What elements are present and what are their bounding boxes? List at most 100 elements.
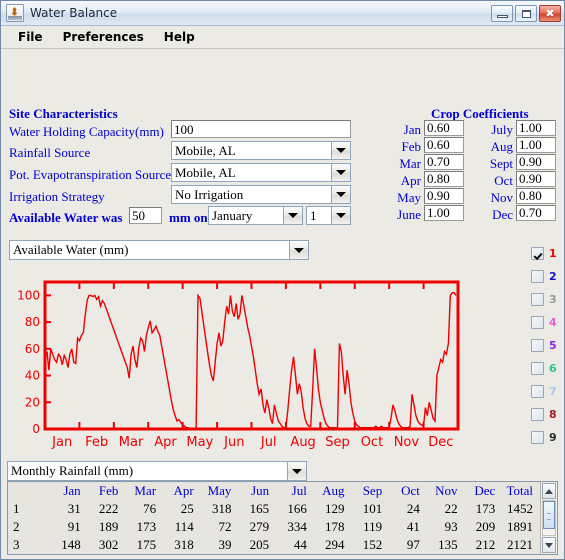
available-water-day-dropdown-button[interactable]: [332, 206, 351, 225]
table-row[interactable]: 3 148 302 175 318 39 205 44 294 152 97 135 212 2121: [8, 536, 540, 554]
row-index[interactable]: 3: [8, 536, 50, 554]
crop-coefficient-may-input[interactable]: 0.90: [424, 188, 464, 204]
column-header-Mar[interactable]: Mar: [125, 482, 163, 500]
cell-Apr[interactable]: 25: [163, 500, 201, 518]
cell-Total[interactable]: 2121: [502, 536, 540, 554]
legend-row-7[interactable]: 7: [510, 380, 558, 403]
column-header-index[interactable]: [8, 482, 50, 500]
table-row[interactable]: 2 91 189 173 114 72 279 334 178 119 41 93 209 1891: [8, 518, 540, 536]
column-header-Dec[interactable]: Dec: [465, 482, 503, 500]
cell-May[interactable]: 72: [201, 518, 239, 536]
cell-Sep[interactable]: 119: [352, 518, 390, 536]
minimize-button[interactable]: [491, 4, 513, 22]
column-header-May[interactable]: May: [201, 482, 239, 500]
cell-Apr[interactable]: 114: [163, 518, 201, 536]
cell-Jul[interactable]: 334: [276, 518, 314, 536]
column-header-Apr[interactable]: Apr: [163, 482, 201, 500]
row-index[interactable]: 2: [8, 518, 50, 536]
available-water-month-combo[interactable]: January: [208, 206, 303, 225]
cell-Jul[interactable]: 166: [276, 500, 314, 518]
crop-coefficient-june-input[interactable]: 1.00: [424, 205, 464, 221]
cell-Mar[interactable]: 76: [125, 500, 163, 518]
table-row[interactable]: 1 31 222 76 25 318 165 166 129 101 24 22 173 1452: [8, 500, 540, 518]
crop-coefficient-jan-input[interactable]: 0.60: [424, 120, 464, 136]
legend-row-8[interactable]: 8: [510, 403, 558, 426]
chart-variable-dropdown-button[interactable]: [290, 240, 309, 260]
crop-coefficient-oct-input[interactable]: 0.90: [516, 171, 556, 187]
rainfall-source-dropdown-button[interactable]: [332, 141, 351, 160]
cell-Nov[interactable]: 93: [427, 518, 465, 536]
chart-variable-combo[interactable]: Available Water (mm): [9, 240, 309, 260]
available-water-month-dropdown-button[interactable]: [284, 206, 303, 225]
cell-Jan[interactable]: 91: [50, 518, 88, 536]
cell-Sep[interactable]: 152: [352, 536, 390, 554]
cell-Dec[interactable]: 173: [465, 500, 503, 518]
series-checkbox-4[interactable]: [531, 316, 544, 329]
water-holding-capacity-input[interactable]: 100: [171, 120, 351, 138]
irrigation-strategy-combo[interactable]: No Irrigation: [171, 185, 351, 204]
series-checkbox-8[interactable]: [531, 408, 544, 421]
cell-Total[interactable]: 1891: [502, 518, 540, 536]
close-button[interactable]: ✖: [539, 4, 561, 22]
legend-row-3[interactable]: 3: [510, 288, 558, 311]
legend-row-1[interactable]: 1: [510, 242, 558, 265]
cell-Jun[interactable]: 205: [238, 536, 276, 554]
rainfall-source-combo[interactable]: Mobile, AL: [171, 141, 351, 160]
column-header-Total[interactable]: Total: [502, 482, 540, 500]
cell-Nov[interactable]: 135: [427, 536, 465, 554]
cell-Jan[interactable]: 148: [50, 536, 88, 554]
cell-Feb[interactable]: 189: [88, 518, 126, 536]
series-checkbox-5[interactable]: [531, 339, 544, 352]
menu-preferences[interactable]: Preferences: [54, 28, 153, 46]
crop-coefficient-sept-input[interactable]: 0.90: [516, 154, 556, 170]
cell-Aug[interactable]: 129: [314, 500, 352, 518]
cell-Aug[interactable]: 294: [314, 536, 352, 554]
cell-Jul[interactable]: 44: [276, 536, 314, 554]
cell-Mar[interactable]: 175: [125, 536, 163, 554]
table-vertical-scrollbar[interactable]: [540, 482, 557, 554]
scroll-track[interactable]: [542, 500, 556, 536]
cell-Aug[interactable]: 178: [314, 518, 352, 536]
cell-Jun[interactable]: 279: [238, 518, 276, 536]
scroll-thumb[interactable]: [543, 501, 555, 529]
series-checkbox-3[interactable]: [531, 293, 544, 306]
crop-coefficient-apr-input[interactable]: 0.80: [424, 171, 464, 187]
crop-coefficient-aug-input[interactable]: 1.00: [516, 137, 556, 153]
column-header-Sep[interactable]: Sep: [352, 482, 390, 500]
cell-Oct[interactable]: 41: [389, 518, 427, 536]
series-checkbox-6[interactable]: [531, 362, 544, 375]
cell-Sep[interactable]: 101: [352, 500, 390, 518]
scroll-up-button[interactable]: [542, 483, 556, 499]
pet-source-dropdown-button[interactable]: [332, 163, 351, 182]
cell-Feb[interactable]: 222: [88, 500, 126, 518]
column-header-Feb[interactable]: Feb: [88, 482, 126, 500]
maximize-button[interactable]: [515, 4, 537, 22]
legend-row-9[interactable]: 9: [510, 426, 558, 449]
table-variable-combo[interactable]: Monthly Rainfall (mm): [7, 461, 307, 481]
scroll-down-button[interactable]: [542, 537, 556, 553]
row-index[interactable]: 1: [8, 500, 50, 518]
menu-file[interactable]: File: [9, 28, 52, 46]
cell-Dec[interactable]: 212: [465, 536, 503, 554]
column-header-Oct[interactable]: Oct: [389, 482, 427, 500]
cell-Feb[interactable]: 302: [88, 536, 126, 554]
crop-coefficient-dec-input[interactable]: 0.70: [516, 205, 556, 221]
cell-Apr[interactable]: 318: [163, 536, 201, 554]
menu-help[interactable]: Help: [155, 28, 204, 46]
cell-May[interactable]: 318: [201, 500, 239, 518]
column-header-Jan[interactable]: Jan: [50, 482, 88, 500]
column-header-Nov[interactable]: Nov: [427, 482, 465, 500]
cell-Nov[interactable]: 22: [427, 500, 465, 518]
crop-coefficient-feb-input[interactable]: 0.60: [424, 137, 464, 153]
column-header-Jun[interactable]: Jun: [238, 482, 276, 500]
series-checkbox-7[interactable]: [531, 385, 544, 398]
series-checkbox-9[interactable]: [531, 431, 544, 444]
crop-coefficient-nov-input[interactable]: 0.80: [516, 188, 556, 204]
cell-Jun[interactable]: 165: [238, 500, 276, 518]
cell-Mar[interactable]: 173: [125, 518, 163, 536]
table-variable-dropdown-button[interactable]: [288, 461, 307, 481]
cell-Oct[interactable]: 24: [389, 500, 427, 518]
legend-row-4[interactable]: 4: [510, 311, 558, 334]
crop-coefficient-mar-input[interactable]: 0.70: [424, 154, 464, 170]
cell-Dec[interactable]: 209: [465, 518, 503, 536]
